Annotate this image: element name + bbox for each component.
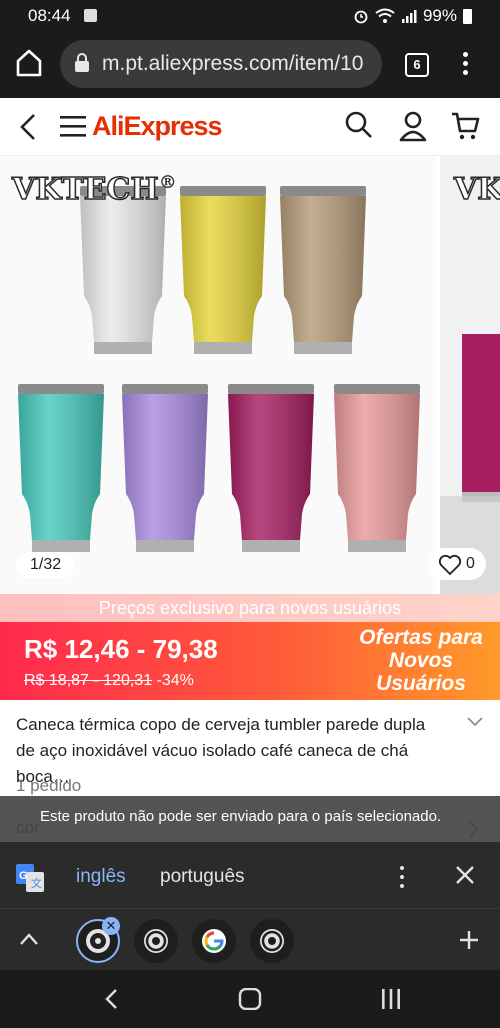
- tumbler-6: [228, 384, 314, 552]
- url-bar[interactable]: m.pt.aliexpress.com/item/10: [60, 40, 382, 88]
- wifi-icon: [375, 8, 395, 23]
- lock-icon: [75, 53, 89, 72]
- product-gallery[interactable]: VKTECH® 1/32 VKTECH 0: [0, 156, 500, 594]
- aliexpress-logo[interactable]: AliExpress: [92, 111, 223, 142]
- status-indicators: 99%: [353, 6, 472, 26]
- battery-percent: 99%: [422, 6, 457, 25]
- old-price: R$ 18,87 - 120,31 -34%: [24, 672, 194, 689]
- nav-recents-icon[interactable]: [380, 988, 402, 1010]
- site-header: AliExpress: [0, 98, 500, 156]
- translate-bar: G文 inglês português: [0, 842, 500, 912]
- google-translate-icon: G文: [16, 864, 44, 892]
- home-icon[interactable]: [14, 46, 44, 80]
- notification-icon: [84, 9, 97, 22]
- price-band: R$ 12,46 - 79,38 R$ 18,87 - 120,31 -34% …: [0, 622, 500, 700]
- product-image[interactable]: VKTECH® 1/32: [0, 156, 436, 594]
- new-user-offer-badge: Ofertas para Novos Usuários: [359, 626, 483, 695]
- tumbler-4: [18, 384, 104, 552]
- close-tab-icon[interactable]: ✕: [102, 917, 120, 935]
- orders-count: 1 pedido: [16, 776, 82, 795]
- tumbler-2: [180, 186, 266, 354]
- tumblers-illustration: [18, 186, 420, 552]
- heart-icon: [438, 554, 462, 576]
- status-bar: 08:44 99%: [0, 0, 500, 32]
- nav-back-icon[interactable]: [102, 988, 122, 1010]
- back-arrow-icon[interactable]: [14, 112, 42, 142]
- new-tab-icon[interactable]: [458, 929, 480, 951]
- discount-badge: -34%: [156, 672, 194, 689]
- svg-text:文: 文: [31, 876, 42, 890]
- account-icon[interactable]: [398, 110, 428, 142]
- browser-toolbar: m.pt.aliexpress.com/item/10 6: [0, 32, 500, 98]
- translate-options-icon[interactable]: [398, 866, 406, 890]
- hamburger-menu-icon[interactable]: [60, 114, 86, 138]
- alarm-icon: [354, 10, 368, 24]
- nav-home-icon[interactable]: [238, 988, 262, 1010]
- tumbler-5: [122, 384, 208, 552]
- battery-icon: [463, 8, 472, 24]
- cart-icon[interactable]: [450, 110, 480, 142]
- wishlist-button[interactable]: 0: [428, 548, 486, 580]
- image-counter: 1/32: [16, 552, 76, 578]
- tumbler-1: [80, 186, 166, 354]
- expand-chevron-icon[interactable]: [466, 716, 484, 728]
- language-tab-english[interactable]: inglês: [76, 866, 126, 912]
- svg-text:G: G: [19, 870, 28, 882]
- tab-google[interactable]: [192, 919, 236, 963]
- tab-chrome-1[interactable]: [134, 919, 178, 963]
- shipping-toast: Este produto não pode ser enviado para o…: [0, 796, 500, 842]
- price-range: R$ 12,46 - 79,38: [24, 634, 218, 664]
- tab-chrome-2[interactable]: [250, 919, 294, 963]
- status-time: 08:44: [28, 6, 71, 25]
- next-image-preview[interactable]: VKTECH: [440, 156, 500, 594]
- signal-icon: [401, 10, 417, 23]
- tab-switcher-button[interactable]: 6: [405, 53, 429, 77]
- chevron-up-icon[interactable]: [18, 931, 40, 947]
- close-icon[interactable]: [454, 864, 476, 886]
- system-nav-bar: [0, 970, 500, 1028]
- wishlist-count: 0: [466, 555, 475, 572]
- brand-watermark: VKTECH®: [11, 171, 177, 208]
- search-icon[interactable]: [344, 110, 374, 140]
- url-text: m.pt.aliexpress.com/item/10: [102, 52, 364, 75]
- browser-menu-icon[interactable]: [461, 52, 469, 78]
- brand-watermark-next: VKTECH: [453, 171, 500, 208]
- tab-strip: ✕: [0, 908, 500, 970]
- language-tab-portuguese[interactable]: português: [160, 866, 245, 888]
- next-image-tumbler: [440, 334, 500, 594]
- tumbler-3: [280, 186, 366, 354]
- tumbler-7: [334, 384, 420, 552]
- new-user-price-banner: Preços exclusivo para novos usuários: [0, 594, 500, 622]
